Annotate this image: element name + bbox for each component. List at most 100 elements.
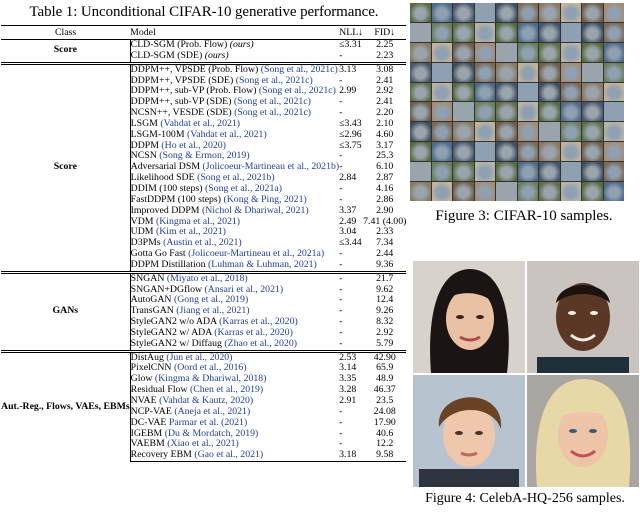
citation-link[interactable]: (Du & Mordatch, 2019) [165,428,259,439]
citation-link[interactable]: (Kim et al., 2021) [156,226,226,237]
cifar-sample-image [539,182,560,201]
citation-link[interactable]: (Jolicoeur-Martineau et al., 2021a) [188,248,324,259]
citation-link[interactable]: (Karras et al., 2020) [214,327,293,338]
cifar-sample-image [453,182,474,201]
cifar-sample-image [474,3,495,22]
cifar-sample-image [453,62,474,82]
citation-link[interactable]: (Austin et al., 2021) [163,237,242,248]
citation-link[interactable]: (Song et al., 2021b) [197,172,275,183]
model-name: NCSN [130,150,160,162]
cifar-sample-image [474,42,495,62]
cifar-sample-image [517,82,538,102]
citation-link[interactable]: (Xiao et al., 2021) [167,438,239,449]
citation-link[interactable]: (Aneja et al., 2021) [174,406,250,417]
citation-link[interactable]: (Vahdat et al., 2021) [160,118,240,129]
model-name: VAEBM [130,438,168,450]
citation-link[interactable]: (Song & Ermon, 2019) [159,150,249,162]
results-table: Class Model NLL↓ FID↓ Score CLD-SGM (Prob… [1,25,407,463]
nll-value: - [339,49,343,61]
cifar-sample-image [603,182,624,201]
cifar-sample-image [603,22,624,42]
model-name: IGEBM [130,427,165,439]
citation-link[interactable]: (Song et al., 2021c) [259,85,336,96]
cifar-sample-image [474,142,495,162]
citation-link[interactable]: (Jun et al., 2020) [166,352,232,363]
cifar-sample-image [453,122,474,142]
cifar-sample-image [453,22,474,42]
citation-link[interactable]: (Luhman & Luhman, 2021) [208,259,317,270]
fid-value: 17.90 [373,416,396,428]
model-name: NCSN++, VESDE (SDE) [130,107,235,119]
model-name: Gotta Go Fast [130,248,189,260]
citation-link[interactable]: (Gao et al., 2021) [194,449,263,460]
cifar-sample-image [517,142,538,162]
citation-link[interactable]: Parmar et al. (2021) [169,417,247,428]
model-name: AutoGAN [130,294,174,306]
citation-link[interactable]: (Vahdat et al., 2021) [187,129,267,140]
fid-value: 21.7 [363,270,407,285]
cifar-sample-image [517,162,538,182]
cifar-sample-image [474,162,495,182]
nll-value: ≤3.31 [339,38,364,51]
citation-link[interactable]: (Miyato et al., 2018) [167,273,248,284]
cifar-sample-image [410,62,431,82]
cifar-sample-image [539,102,560,122]
citation-link[interactable]: (Kingma et al., 2021) [156,216,240,227]
cifar-sample-image [603,42,624,62]
cifar-sample-image [582,182,603,201]
citation-link[interactable]: (Jiang et al., 2021) [176,305,249,316]
model-name: LSGM [130,117,161,129]
table-group: Aut.-Reg., Flows, VAEs, EBMs DistAug (Jun… [1,349,407,463]
cifar-sample-image [496,62,517,82]
cifar-sample-image [410,42,431,62]
cifar-sample-image [539,82,560,102]
model-cell: StyleGAN2 w/ Diffaug (Zhao et al., 2020) [130,338,339,351]
nll-value: 3.18 [339,449,364,463]
cifar-sample-image [517,182,538,201]
citation-link[interactable]: (Ho et al., 2020) [161,140,225,151]
cifar-sample-image [474,62,495,82]
cifar-sample-image [582,82,603,102]
cifar-sample-image [582,22,603,42]
table-group: Score DDPM++, VPSDE (Prob. Flow) (Song et… [1,61,407,273]
cifar-sample-image [560,182,581,201]
citation-link[interactable]: (Vahdat & Kautz, 2020) [159,395,253,406]
cifar-sample-image [453,42,474,62]
citation-link[interactable]: (Ansari et al., 2021) [205,284,284,295]
model-name: DDPM++, VPSDE (Prob. Flow) [130,63,261,75]
citation-link[interactable]: (Song et al., 2021a) [205,183,282,194]
citation-link[interactable]: (Song et al., 2021c) [236,75,313,86]
cifar-sample-image [560,162,581,182]
cifar-sample-image [603,162,624,182]
citation-link[interactable]: (Song et al., 2021c) [261,64,338,75]
model-cell: DDPM Distillation (Luhman & Luhman, 2021… [130,259,339,272]
cifar-sample-image [582,122,603,142]
header-fid: FID↓ [363,25,407,40]
cifar-sample-image [603,122,624,142]
model-name: Adversarial DSM [130,161,203,173]
citation-link[interactable]: (Kingma & Dhariwal, 2018) [155,373,267,384]
cifar-sample-image [539,42,560,62]
model-name: VDM [130,215,156,227]
cifar-sample-image [474,102,495,122]
cifar-sample-image [582,102,603,122]
nll-value: - [339,337,343,349]
citation-link[interactable]: (Zhao et al., 2020) [224,338,297,349]
citation-link[interactable]: (Song et al., 2021c) [234,107,311,118]
citation-link[interactable]: (Nichol & Dhariwal, 2021) [202,205,309,216]
nll-value: ≤2.96 [339,128,362,140]
citation-link[interactable]: (Chen et al., 2019) [190,384,263,395]
citation-link[interactable]: (Kong & Ping, 2021) [223,194,306,205]
citation-link[interactable]: (Karras et al., 2020) [219,316,298,327]
citation-link[interactable]: (Jolicoeur-Martineau et al., 2021b) [203,161,340,172]
cifar-sample-image [517,62,538,82]
model-name: CLD-SGM (SDE) [130,49,205,61]
fid-value: 5.79 [376,337,394,349]
nll-value: 3.37 [339,204,357,216]
ours-tag: (ours) [204,49,229,61]
citation-link[interactable]: (Oord et al., 2016) [174,362,247,374]
citation-link[interactable]: (Song et al., 2021c) [234,96,311,107]
celeba-sample-grid [413,261,639,487]
cifar-sample-image [496,22,517,42]
citation-link[interactable]: (Gong et al., 2019) [174,294,248,305]
